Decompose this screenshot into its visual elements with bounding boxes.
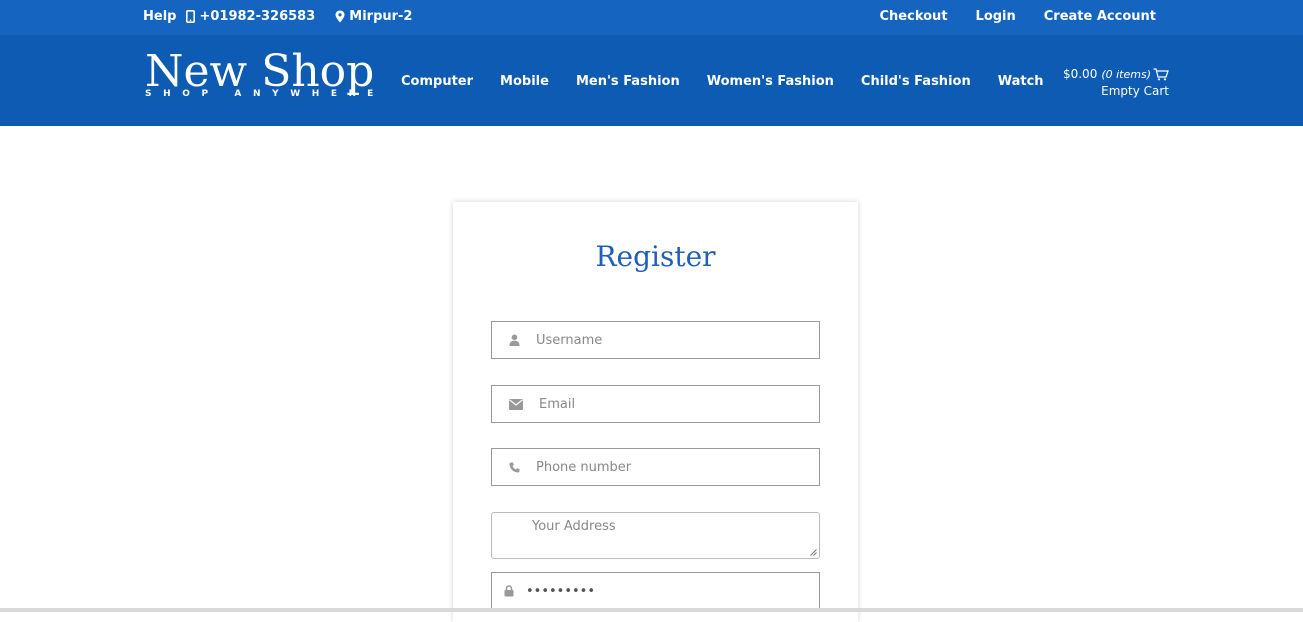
- password-input[interactable]: [526, 583, 796, 599]
- menu-item-mens-fashion[interactable]: Men's Fashion: [576, 74, 680, 89]
- menu-item-mobile[interactable]: Mobile: [500, 74, 549, 89]
- register-card: Register: [453, 202, 858, 622]
- menu-item-womens-fashion[interactable]: Women's Fashion: [707, 74, 834, 89]
- shopping-cart-icon: [1153, 68, 1169, 81]
- create-account-link[interactable]: Create Account: [1044, 9, 1156, 24]
- phone-field: [491, 448, 820, 486]
- address-textarea[interactable]: [492, 513, 819, 558]
- phone-input[interactable]: [536, 459, 806, 475]
- cart-total-row: $0.00 (0 items): [1063, 66, 1169, 83]
- menu-item-watch[interactable]: Watch: [998, 74, 1044, 89]
- map-marker-icon: [335, 10, 345, 23]
- logo[interactable]: New Shop SHOP ANYWHERE: [145, 49, 385, 100]
- username-input[interactable]: [536, 332, 806, 348]
- main-navbar: New Shop SHOP ANYWHERE Computer Mobile M…: [0, 35, 1303, 126]
- cart-summary[interactable]: $0.00 (0 items) Empty Cart: [1063, 66, 1169, 100]
- envelope-icon: [492, 398, 539, 410]
- location-text: Mirpur-2: [349, 9, 413, 24]
- username-field: [491, 321, 820, 359]
- checkout-link[interactable]: Checkout: [880, 9, 948, 24]
- login-link[interactable]: Login: [976, 9, 1016, 24]
- password-field: [491, 572, 820, 610]
- top-bar: Help +01982-326583 Mirpur-2 Checkout Log…: [0, 0, 1303, 35]
- resize-grip-icon[interactable]: [809, 548, 817, 556]
- top-bar-contact: Help +01982-326583 Mirpur-2: [143, 9, 432, 24]
- help-link[interactable]: Help: [143, 9, 176, 24]
- phone-info: +01982-326583: [186, 9, 325, 24]
- lock-icon: [492, 585, 526, 597]
- email-field: [491, 385, 820, 423]
- menu-item-computer[interactable]: Computer: [401, 74, 473, 89]
- account-links: Checkout Login Create Account: [852, 9, 1156, 24]
- mobile-phone-icon: [186, 10, 196, 23]
- menu-item-childs-fashion[interactable]: Child's Fashion: [861, 74, 971, 89]
- user-icon: [492, 334, 536, 346]
- cart-status: Empty Cart: [1101, 84, 1169, 98]
- cart-total: $0.00: [1062, 67, 1098, 81]
- phone-number: +01982-326583: [199, 9, 316, 24]
- category-menu: Computer Mobile Men's Fashion Women's Fa…: [401, 74, 1071, 89]
- location-info: Mirpur-2: [335, 9, 422, 24]
- phone-icon: [492, 462, 536, 473]
- logo-tagline: SHOP ANYWHERE: [145, 89, 385, 99]
- cart-item-count: (0 items): [1101, 68, 1151, 81]
- address-field: [491, 512, 820, 559]
- page-bottom-border: [0, 608, 1303, 612]
- email-input[interactable]: [539, 396, 809, 412]
- register-title: Register: [595, 240, 716, 273]
